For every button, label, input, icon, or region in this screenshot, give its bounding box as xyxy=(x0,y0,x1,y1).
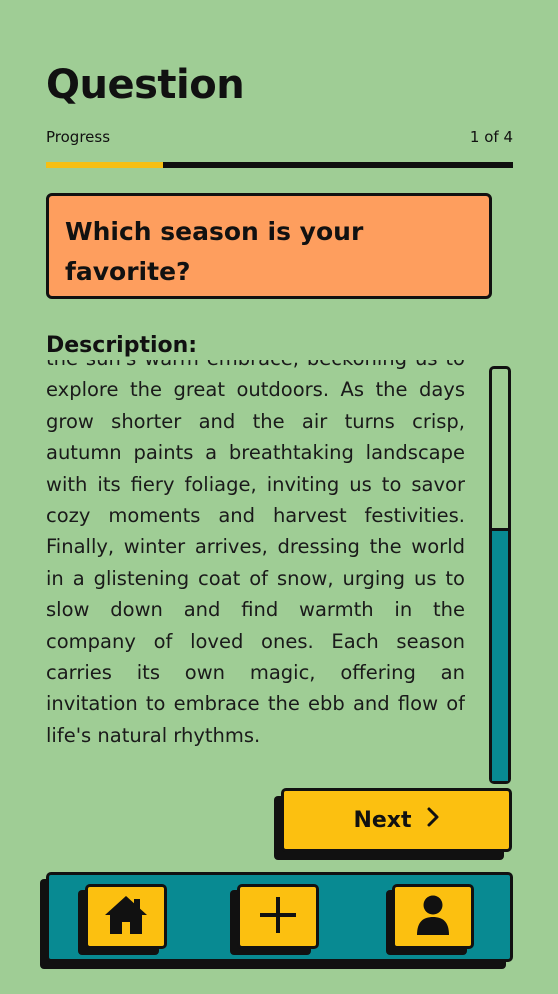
plus-icon xyxy=(259,896,297,938)
nav-home-button[interactable] xyxy=(85,884,167,949)
next-button[interactable]: Next xyxy=(281,788,512,852)
question-text: Which season is your favorite? xyxy=(65,217,364,286)
user-icon xyxy=(415,894,451,940)
nav-add-button[interactable] xyxy=(237,884,319,949)
progress-header: Progress 1 of 4 xyxy=(46,128,513,146)
description-scroll-area[interactable]: the sun's warm embrace, beckoning us to … xyxy=(46,360,465,784)
home-icon xyxy=(103,894,149,940)
question-card: Which season is your favorite? xyxy=(46,193,492,299)
bottom-nav xyxy=(46,872,513,962)
page-title: Question xyxy=(46,62,245,108)
next-button-label: Next xyxy=(353,807,412,833)
description-label: Description: xyxy=(46,333,198,358)
progress-bar-fill xyxy=(46,162,163,168)
scrollbar-thumb[interactable] xyxy=(492,528,508,781)
progress-count: 1 of 4 xyxy=(469,128,513,146)
description-scrollbar[interactable] xyxy=(489,366,511,784)
nav-profile-button[interactable] xyxy=(392,884,474,949)
progress-label: Progress xyxy=(46,128,111,146)
chevron-right-icon xyxy=(426,806,440,834)
progress-bar xyxy=(46,162,513,168)
description-text: the sun's warm embrace, beckoning us to … xyxy=(46,360,465,747)
